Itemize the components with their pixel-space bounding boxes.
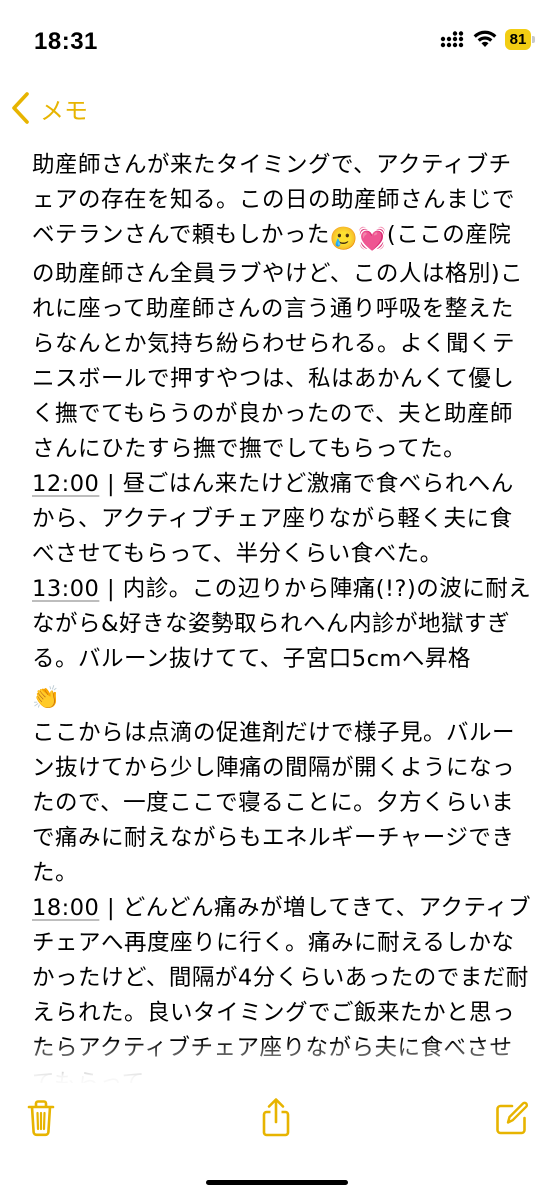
heart-emoji: 💓 — [358, 226, 387, 252]
note-entry: | 内診。この辺りから陣痛(!?)の波に耐えながら&好きな姿勢取られへん内診が地… — [32, 576, 532, 672]
chevron-left-icon — [12, 92, 29, 124]
compose-icon — [496, 1101, 528, 1135]
back-label: メモ — [40, 96, 88, 125]
home-indicator — [206, 1180, 348, 1185]
time-link-13[interactable]: 13:00 — [32, 576, 99, 602]
time-link-18[interactable]: 18:00 — [32, 895, 99, 921]
time-link-12[interactable]: 12:00 — [32, 471, 99, 497]
status-time: 18:31 — [34, 28, 98, 55]
share-button[interactable] — [256, 1096, 296, 1140]
compose-button[interactable] — [490, 1096, 530, 1140]
bottom-toolbar — [0, 1090, 554, 1150]
status-bar: 18:31 81 — [0, 0, 554, 80]
delete-button[interactable] — [21, 1096, 61, 1140]
battery-level: 81 — [509, 31, 527, 48]
back-button[interactable]: メモ — [10, 88, 88, 128]
wifi-icon — [473, 30, 497, 47]
note-entry: | 昼ごはん来たけど激痛で食べられへんから、アクティブチェア座りながら軽く夫に食… — [32, 471, 514, 567]
scroll-fade — [0, 1040, 554, 1092]
clapping-emoji: 👏 — [32, 685, 61, 711]
note-paragraph: ここからは点滴の促進剤だけで様子見。バルーン抜けてから少し陣痛の間隔が開くように… — [32, 720, 516, 886]
signal-icon — [440, 31, 464, 48]
note-body[interactable]: 助産師さんが来たタイミングで、アクティブチェアの存在を知る。この日の助産師さんま… — [32, 148, 532, 1083]
note-paragraph: (ここの産院の助産師さん全員ラブやけど、この人は格別)これに座って助産師さんの言… — [32, 222, 524, 462]
trash-icon — [27, 1100, 55, 1137]
battery-nub — [532, 36, 535, 43]
share-icon — [262, 1098, 290, 1137]
crying-smile-emoji: 🥲 — [329, 226, 359, 252]
battery-icon: 81 — [505, 29, 531, 50]
